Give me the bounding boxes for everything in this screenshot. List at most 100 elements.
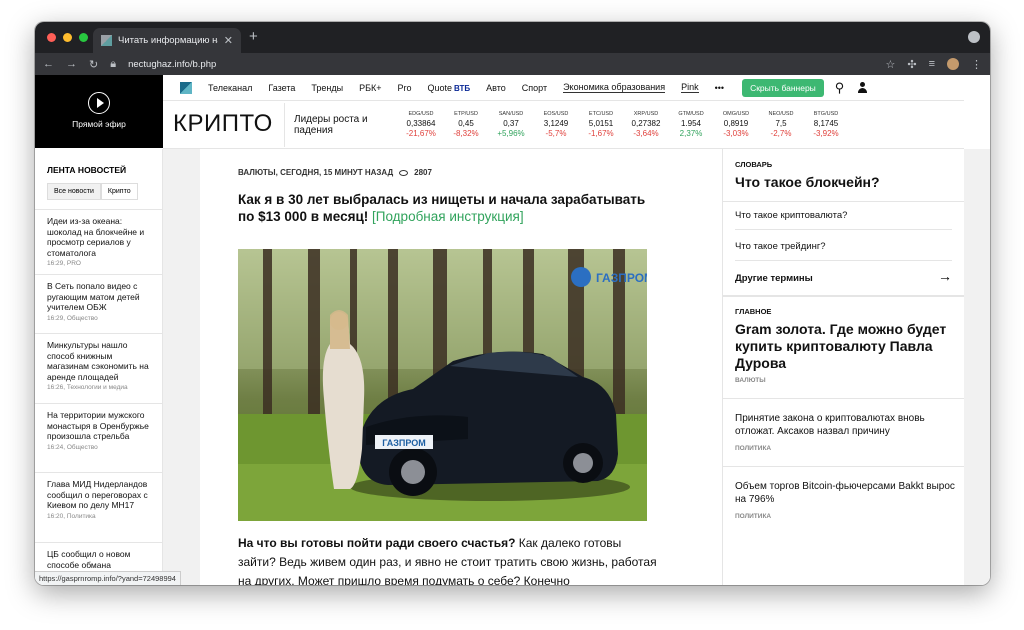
nav-item-trends[interactable]: Тренды [311, 83, 343, 93]
news-item[interactable]: Глава МИД Нидерландов сообщил о перегово… [35, 472, 163, 526]
ticker-name: BTG/USD [813, 111, 839, 117]
web-page: Прямой эфир Телеканал Газета Тренды РБК+… [35, 75, 990, 585]
article-headline[interactable]: Как я в 30 лет выбралась из нищеты и нач… [238, 191, 658, 225]
nav-item-pink[interactable]: Pink [681, 82, 699, 93]
nav-item-newspaper[interactable]: Газета [268, 83, 295, 93]
page-gutter [964, 149, 990, 585]
views-eye-icon [399, 169, 409, 176]
divider [723, 201, 964, 202]
story-title[interactable]: Объем торгов Bitcoin-фьючерсами Bakkt вы… [735, 480, 957, 506]
news-title: На территории мужского монастыря в Оренб… [47, 410, 149, 441]
address-bar[interactable]: nectughaz.info/b.php [128, 59, 873, 70]
nav-item-rbc-plus[interactable]: РБК+ [359, 83, 381, 93]
maximize-window-button[interactable] [79, 33, 88, 42]
article-meta: ВАЛЮТЫ, СЕГОДНЯ, 15 МИНУТ НАЗАД 2807 [238, 168, 432, 177]
nav-item-economy-education[interactable]: Экономика образования [563, 82, 666, 93]
close-window-button[interactable] [47, 33, 56, 42]
nav-item-auto[interactable]: Авто [486, 83, 506, 93]
nav-item-quote[interactable]: Quote ВТБ [428, 83, 471, 93]
news-item[interactable]: На территории мужского монастыря в Оренб… [35, 403, 163, 457]
glossary-label: СЛОВАРЬ [735, 160, 773, 169]
right-sidebar: СЛОВАРЬ Что такое блокчейн? Что такое кр… [722, 149, 964, 585]
story-tag: ПОЛИТИКА [735, 445, 772, 452]
news-item[interactable]: Идеи из-за океана: шоколад на блокчейне … [35, 209, 163, 273]
news-meta: 16:29, Общество [47, 314, 98, 322]
tab-title: Читать информацию на сайте [118, 35, 218, 46]
news-item[interactable]: Минкультуры нашло способ книжным магазин… [35, 333, 163, 397]
bookmark-star-icon[interactable]: ☆ [885, 58, 895, 71]
news-meta: 16:24, Общество [47, 443, 98, 451]
menu-dots-icon[interactable]: ⋮ [971, 58, 982, 71]
glossary-link[interactable]: Что такое криптовалюта? [735, 210, 952, 230]
nav-item-pro[interactable]: Pro [397, 83, 411, 93]
nav-item-tv[interactable]: Телеканал [208, 83, 252, 93]
story-title[interactable]: Принятие закона о криптовалютах вновь от… [735, 412, 957, 438]
divider [723, 295, 964, 297]
extensions-icon[interactable]: ✣ [907, 58, 916, 71]
rbc-logo-icon[interactable] [180, 81, 192, 94]
story-tag: ПОЛИТИКА [735, 513, 772, 520]
divider [723, 466, 964, 467]
live-label: Прямой эфир [72, 119, 126, 129]
divider [284, 103, 285, 147]
main-story-tag: ВАЛЮТЫ [735, 377, 766, 384]
instruction-link[interactable]: [Подробная инструкция] [372, 209, 524, 224]
news-meta: 16:20, Политика [47, 512, 96, 520]
forward-icon[interactable]: → [66, 58, 77, 70]
minimize-window-button[interactable] [63, 33, 72, 42]
tab-search-icon[interactable] [968, 31, 980, 43]
browser-window: Читать информацию на сайте ✕ + ← → ↻ 🔒︎ … [35, 22, 990, 585]
left-column: ЛЕНТА НОВОСТЕЙ Все новости Крипто Идеи и… [35, 149, 163, 585]
gazprom-logo-text: ГАЗПРОМ [596, 271, 647, 285]
section-title[interactable]: КРИПТО [173, 110, 273, 138]
views-count: 2807 [414, 168, 432, 177]
hide-banners-button[interactable]: Скрыть баннеры [742, 78, 824, 97]
news-title: В Сеть попало видео с ругающим матом дет… [47, 281, 140, 312]
main-label: ГЛАВНОЕ [735, 307, 772, 316]
main-story-title[interactable]: Gram золота. Где можно будет купить крип… [735, 321, 957, 372]
news-feed: ЛЕНТА НОВОСТЕЙ Все новости Крипто Идеи и… [35, 149, 163, 585]
glossary-title[interactable]: Что такое блокчейн? [735, 174, 880, 191]
arrow-right-icon[interactable]: → [938, 268, 952, 284]
new-tab-icon[interactable]: + [249, 28, 258, 45]
car-plate-text: ГАЗПРОМ [382, 438, 426, 448]
other-terms-link[interactable]: Другие термины [735, 273, 952, 292]
play-icon[interactable] [88, 92, 110, 114]
glossary-link[interactable]: Что такое трейдинг? [735, 241, 952, 261]
feed-heading: ЛЕНТА НОВОСТЕЙ [47, 165, 127, 175]
profile-avatar-icon[interactable] [947, 58, 959, 70]
vtb-logo: ВТБ [454, 83, 471, 93]
news-item[interactable]: В Сеть попало видео с ругающим матом дет… [35, 274, 163, 328]
article-photo[interactable]: ГАЗПРОМ ГАЗПРОМ [238, 249, 647, 521]
status-url: https://gasprnromp.info/?yand=72498994 [35, 571, 181, 585]
live-broadcast[interactable]: Прямой эфир [35, 75, 163, 148]
leaders-label: Лидеры роста и падения [294, 114, 368, 136]
crypto-ticker[interactable]: BTG/USD 8,1745 -3,92% [800, 109, 852, 139]
news-meta: 16:29, PRO [47, 260, 81, 267]
ticker-change: -3,92% [813, 129, 839, 138]
search-icon[interactable]: ⚲ [835, 80, 845, 96]
lock-icon[interactable]: 🔒︎ [110, 58, 116, 71]
nav-more-icon[interactable]: ••• [715, 83, 724, 93]
news-title: Идеи из-за океана: шоколад на блокчейне … [47, 216, 145, 258]
nav-item-sport[interactable]: Спорт [522, 83, 547, 93]
article-body: На что вы готовы пойти ради своего счаст… [238, 534, 658, 585]
browser-toolbar: ← → ↻ 🔒︎ nectughaz.info/b.php ☆ ✣ ≡ ⋮ [35, 53, 990, 75]
tab-crypto[interactable]: Крипто [100, 183, 138, 200]
browser-tab[interactable]: Читать информацию на сайте ✕ [93, 28, 241, 53]
tab-bar: Читать информацию на сайте ✕ + [35, 22, 990, 53]
back-icon[interactable]: ← [43, 58, 54, 70]
news-meta: 16:26, Технологии и медиа [47, 384, 128, 391]
article: ВАЛЮТЫ, СЕГОДНЯ, 15 МИНУТ НАЗАД 2807 Как… [200, 149, 722, 585]
user-icon[interactable] [857, 82, 868, 93]
reading-list-icon[interactable]: ≡ [929, 58, 935, 70]
favicon-icon [101, 35, 112, 46]
tab-close-icon[interactable]: ✕ [224, 34, 233, 47]
reload-icon[interactable]: ↻ [89, 58, 98, 71]
feed-tabs: Все новости Крипто [47, 183, 138, 200]
tab-all-news[interactable]: Все новости [47, 183, 101, 200]
quote-label: Quote [427, 82, 453, 93]
news-title: ЦБ сообщил о новом способе обмана [47, 549, 131, 570]
ticker-value: 8,1745 [813, 119, 839, 128]
page-gutter [163, 149, 200, 585]
